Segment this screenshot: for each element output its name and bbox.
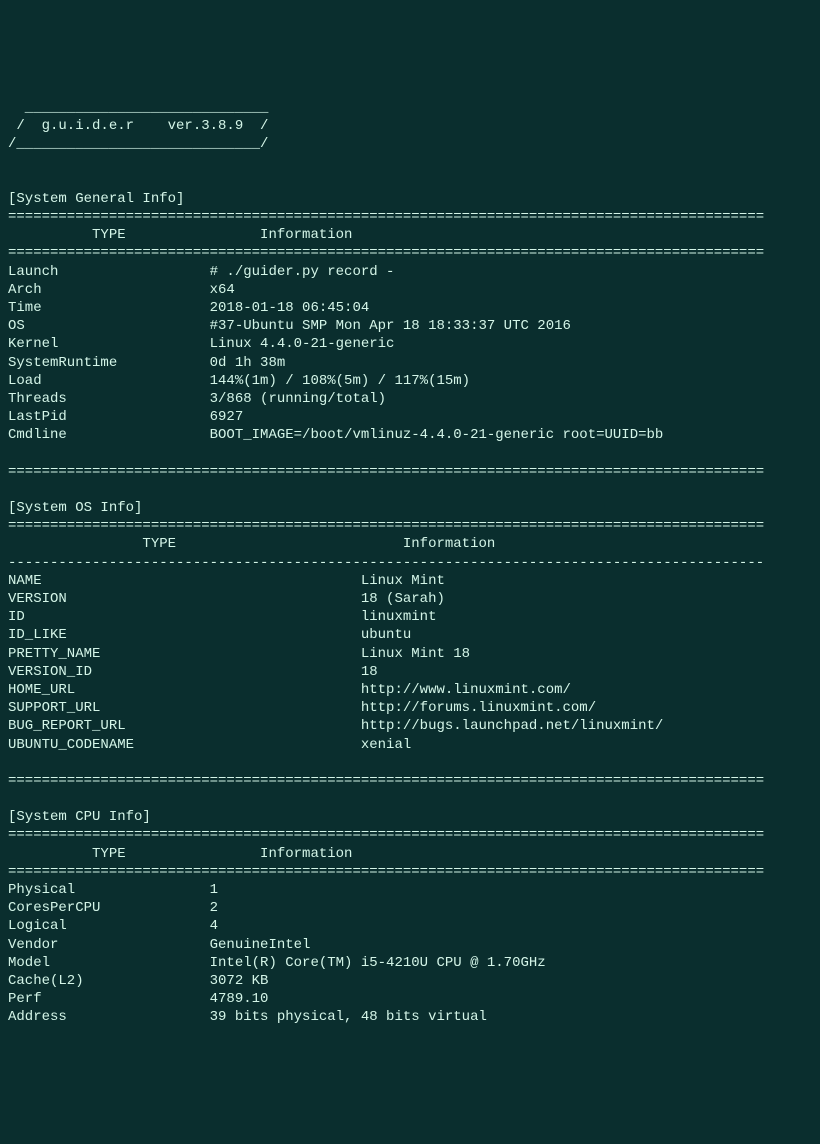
section-title-cpu: [System CPU Info] <box>8 809 151 825</box>
rows-cpu: Physical 1 CoresPerCPU 2 Logical 4 Vendo… <box>8 881 812 1027</box>
table-row: VERSION_ID 18 <box>8 664 378 680</box>
section-title-os: [System OS Info] <box>8 500 142 516</box>
table-row: NAME Linux Mint <box>8 573 445 589</box>
table-row: ID_LIKE ubuntu <box>8 627 411 643</box>
table-row: Vendor GenuineIntel <box>8 937 310 953</box>
banner-line-top: _____________________________ <box>8 100 268 116</box>
rule-double: ========================================… <box>8 464 764 480</box>
header-general: TYPE Information <box>8 227 352 243</box>
blank <box>8 173 16 189</box>
table-row: Load 144%(1m) / 108%(5m) / 117%(15m) <box>8 373 470 389</box>
rule-single: ----------------------------------------… <box>8 555 764 571</box>
table-row: Arch x64 <box>8 282 235 298</box>
rule-double: ========================================… <box>8 864 764 880</box>
table-row: HOME_URL http://www.linuxmint.com/ <box>8 682 571 698</box>
rule-double: ========================================… <box>8 209 764 225</box>
header-os: TYPE Information <box>8 536 495 552</box>
banner-line-bot: /_____________________________/ <box>8 136 268 152</box>
table-row: Physical 1 <box>8 882 218 898</box>
table-row: Threads 3/868 (running/total) <box>8 391 386 407</box>
table-row: LastPid 6927 <box>8 409 243 425</box>
terminal-output: _____________________________ / g.u.i.d.… <box>0 73 820 1053</box>
table-row: Perf 4789.10 <box>8 991 268 1007</box>
table-row: OS #37-Ubuntu SMP Mon Apr 18 18:33:37 UT… <box>8 318 571 334</box>
rule-double: ========================================… <box>8 518 764 534</box>
table-row: Logical 4 <box>8 918 218 934</box>
table-row: ID linuxmint <box>8 609 436 625</box>
blank <box>8 482 16 498</box>
table-row: CoresPerCPU 2 <box>8 900 218 916</box>
table-row: Kernel Linux 4.4.0-21-generic <box>8 336 394 352</box>
rule-double: ========================================… <box>8 827 764 843</box>
table-row: Cache(L2) 3072 KB <box>8 973 268 989</box>
banner-line-mid: / g.u.i.d.e.r ver.3.8.9 / <box>8 118 268 134</box>
table-row: Cmdline BOOT_IMAGE=/boot/vmlinuz-4.4.0-2… <box>8 427 663 443</box>
table-row: Launch # ./guider.py record - <box>8 264 394 280</box>
blank <box>8 791 16 807</box>
table-row: BUG_REPORT_URL http://bugs.launchpad.net… <box>8 718 663 734</box>
table-row: SUPPORT_URL http://forums.linuxmint.com/ <box>8 700 596 716</box>
table-row: SystemRuntime 0d 1h 38m <box>8 355 285 371</box>
rows-os: NAME Linux Mint VERSION 18 (Sarah) ID li… <box>8 572 812 754</box>
table-row: UBUNTU_CODENAME xenial <box>8 737 411 753</box>
rule-double: ========================================… <box>8 773 764 789</box>
rule-double: ========================================… <box>8 245 764 261</box>
rows-general: Launch # ./guider.py record - Arch x64 T… <box>8 263 812 445</box>
table-row: PRETTY_NAME Linux Mint 18 <box>8 646 470 662</box>
blank <box>8 155 16 171</box>
table-row: Model Intel(R) Core(TM) i5-4210U CPU @ 1… <box>8 955 546 971</box>
table-row: VERSION 18 (Sarah) <box>8 591 445 607</box>
section-title-general: [System General Info] <box>8 191 184 207</box>
header-cpu: TYPE Information <box>8 846 352 862</box>
table-row: Address 39 bits physical, 48 bits virtua… <box>8 1009 487 1025</box>
table-row: Time 2018-01-18 06:45:04 <box>8 300 369 316</box>
